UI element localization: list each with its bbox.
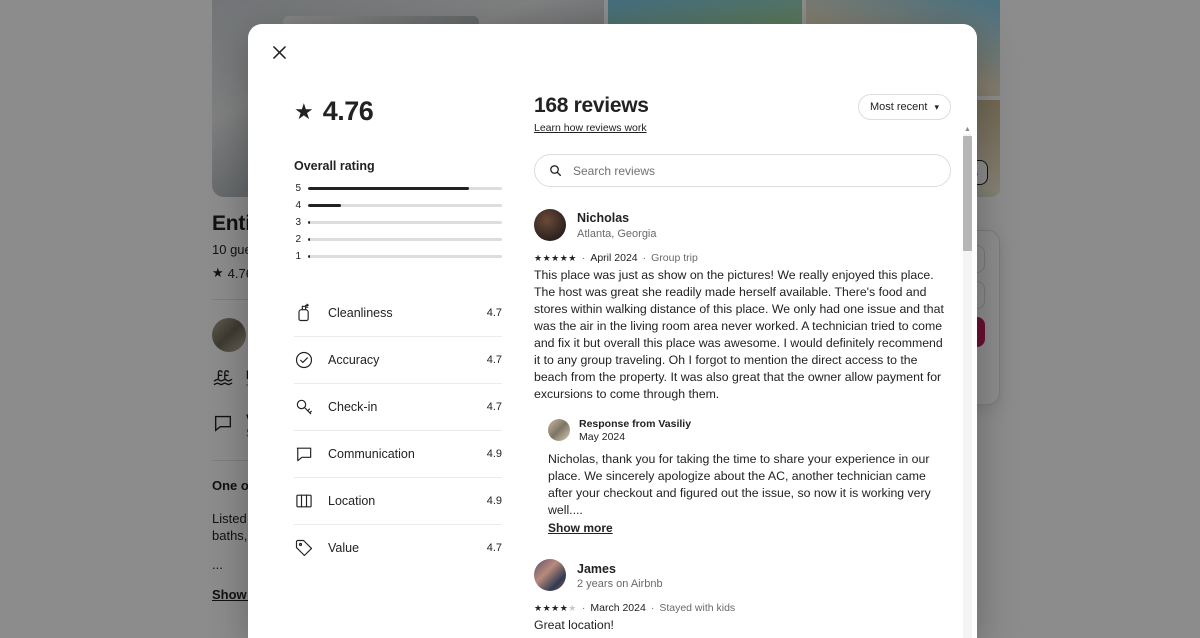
show-more-button[interactable]: Show more xyxy=(548,521,613,535)
review-author-location: Atlanta, Georgia xyxy=(577,227,657,240)
reviews-count: 168 reviews xyxy=(534,94,649,117)
reviews-modal: ★ 4.76 Overall rating 5 4 3 2 1 Cleanliness 4… xyxy=(248,24,977,638)
search-icon xyxy=(550,165,562,177)
category-rating-label: Location xyxy=(328,494,376,508)
review-meta: ★★★★★ · April 2024 · Group trip xyxy=(534,252,951,264)
ratings-summary-pane: ★ 4.76 Overall rating 5 4 3 2 1 Cleanliness 4… xyxy=(248,76,524,638)
review-item: James 2 years on Airbnb ★★★★★ · March 2024 · S… xyxy=(534,559,951,638)
category-rating-row: Cleanliness 4.7 xyxy=(294,290,502,337)
category-ratings-list: Cleanliness 4.7 Accuracy 4.7 Check-in 4.7 Comm… xyxy=(294,290,502,571)
review-text: Great location! xyxy=(534,618,614,633)
review-item: Nicholas Atlanta, Georgia ★★★★★ · April 2024… xyxy=(534,209,951,537)
review-text: This place was just as show on the pictu… xyxy=(534,268,944,401)
category-rating-row: Communication 4.9 xyxy=(294,431,502,478)
map-icon xyxy=(296,494,312,508)
sort-label: Most recent xyxy=(870,101,928,113)
rating-bar-row: 5 xyxy=(294,183,502,194)
category-rating-row: Check-in 4.7 xyxy=(294,384,502,431)
category-rating-row: Accuracy 4.7 xyxy=(294,337,502,384)
rating-bar-row: 3 xyxy=(294,217,502,228)
rating-bar-track xyxy=(308,203,502,208)
category-rating-row: Location 4.9 xyxy=(294,478,502,525)
category-rating-label: Check-in xyxy=(328,400,378,414)
meta-separator-2: · xyxy=(650,602,655,615)
reviews-list-pane: 168 reviews Learn how reviews work Most … xyxy=(524,76,977,638)
rating-bar-row: 4 xyxy=(294,200,502,211)
category-rating-value: 4.9 xyxy=(486,448,502,460)
review-author[interactable]: Nicholas Atlanta, Georgia xyxy=(534,209,951,241)
rating-bar-fill xyxy=(308,203,341,208)
rating-bar-fill xyxy=(308,186,470,191)
rating-distribution-chart: 5 4 3 2 1 xyxy=(294,183,502,262)
host-response: Response from Vasiliy May 2024 Nicholas, t… xyxy=(548,417,951,537)
rating-bar-row: 1 xyxy=(294,251,502,262)
host-response-date: May 2024 xyxy=(579,431,626,444)
host-response-header: Response from Vasiliy May 2024 xyxy=(548,417,951,443)
learn-how-reviews-work-link[interactable]: Learn how reviews work xyxy=(534,122,649,134)
rating-bar-level: 4 xyxy=(295,200,301,211)
close-icon[interactable] xyxy=(265,38,293,66)
search-input[interactable] xyxy=(571,162,936,179)
category-rating-label: Cleanliness xyxy=(328,306,393,320)
rating-bar-track xyxy=(308,186,502,191)
reviews-list: Nicholas Atlanta, Georgia ★★★★★ · April 2024… xyxy=(534,209,951,638)
rating-bar-fill xyxy=(308,254,311,259)
review-author-name: James xyxy=(577,561,616,576)
review-author[interactable]: James 2 years on Airbnb xyxy=(534,559,951,592)
reviews-header: 168 reviews Learn how reviews work Most … xyxy=(534,76,951,134)
category-rating-label: Communication xyxy=(328,447,415,461)
review-trip-type: Stayed with kids xyxy=(659,602,736,615)
star-icon: ★ xyxy=(294,98,314,124)
rating-bar-level: 2 xyxy=(295,234,301,245)
review-date: April 2024 xyxy=(590,252,638,264)
meta-separator-2: · xyxy=(642,252,647,264)
review-author-name: Nicholas xyxy=(577,211,630,226)
category-rating-label: Value xyxy=(328,541,360,555)
overall-rating-label: Overall rating xyxy=(294,159,375,173)
category-rating-value: 4.7 xyxy=(486,307,502,319)
meta-separator: · xyxy=(581,602,586,615)
key-icon xyxy=(296,399,312,415)
review-date: March 2024 xyxy=(590,602,646,615)
category-rating-value: 4.7 xyxy=(486,542,502,554)
host-response-title: Response from Vasiliy xyxy=(579,418,692,430)
category-rating-label: Accuracy xyxy=(328,353,380,367)
rating-bar-track xyxy=(308,254,502,259)
sort-dropdown[interactable]: Most recent ▾ xyxy=(858,94,951,120)
avatar xyxy=(548,419,570,442)
rating-bar-track xyxy=(308,220,502,225)
rating-bar-row: 2 xyxy=(294,234,502,245)
review-author-location: 2 years on Airbnb xyxy=(577,577,663,590)
category-rating-value: 4.7 xyxy=(486,354,502,366)
search-reviews-box[interactable] xyxy=(534,154,951,187)
check-circle-icon xyxy=(295,351,313,369)
overall-rating-header: ★ 4.76 xyxy=(294,96,502,127)
spray-bottle-icon xyxy=(298,303,309,322)
tag-icon xyxy=(295,539,313,557)
review-trip-type: Group trip xyxy=(651,252,698,264)
star-rating-icon: ★★★★★ xyxy=(534,602,577,613)
avatar xyxy=(534,559,566,592)
meta-separator: · xyxy=(581,252,586,264)
rating-bar-track xyxy=(308,237,502,242)
overall-rating-value: 4.76 xyxy=(322,96,374,126)
rating-bar-level: 1 xyxy=(295,251,301,262)
rating-bar-level: 5 xyxy=(295,183,301,194)
scrollbar-thumb[interactable] xyxy=(963,136,972,251)
rating-bar-fill xyxy=(308,237,311,242)
avatar xyxy=(534,209,566,241)
category-rating-value: 4.7 xyxy=(486,401,502,413)
chevron-down-icon: ▾ xyxy=(934,101,939,112)
host-response-text: Nicholas, thank you for taking the time … xyxy=(548,452,931,518)
message-icon xyxy=(296,447,312,462)
category-rating-row: Value 4.7 xyxy=(294,525,502,571)
review-meta: ★★★★★ · March 2024 · Stayed with kids xyxy=(534,602,951,614)
rating-bar-fill xyxy=(308,220,311,225)
rating-bar-level: 3 xyxy=(295,217,301,228)
scroll-up-arrow[interactable]: ▲ xyxy=(963,124,972,134)
star-rating-icon: ★★★★★ xyxy=(534,252,577,263)
category-rating-value: 4.9 xyxy=(486,495,502,507)
